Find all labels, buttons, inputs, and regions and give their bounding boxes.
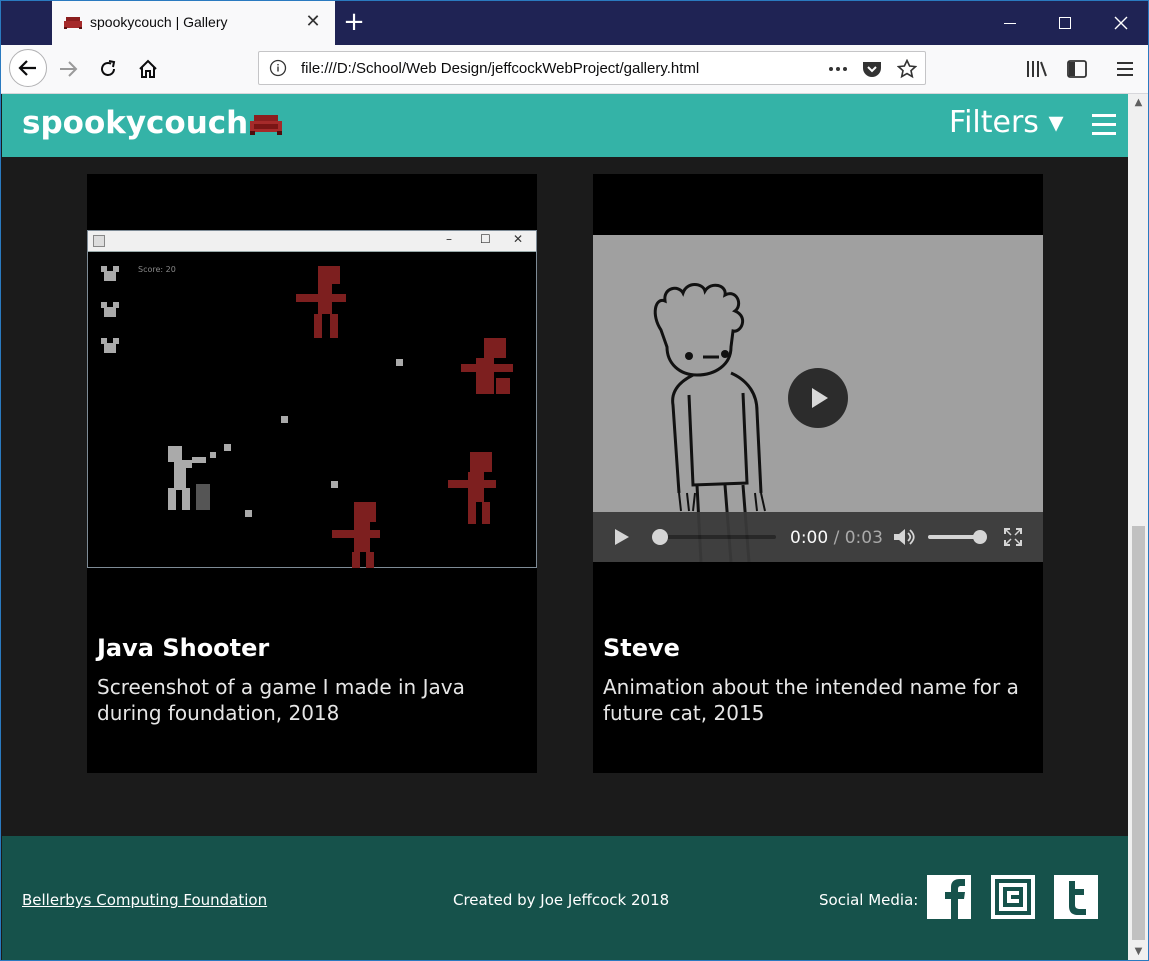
- instagram-icon[interactable]: [991, 875, 1035, 919]
- page-actions-icon[interactable]: [827, 59, 849, 79]
- reload-icon: [101, 60, 116, 76]
- back-arrow-icon: [18, 60, 36, 76]
- filters-dropdown[interactable]: Filters ▾: [949, 105, 1064, 140]
- gallery-card[interactable]: – ☐ ✕ Score: 20 Java Shooter Screenshot …: [87, 174, 537, 773]
- java-window-titlebar: – ☐ ✕: [88, 231, 536, 252]
- tab-close-icon[interactable]: ✕: [303, 12, 323, 32]
- card-title: Steve: [603, 634, 680, 662]
- scroll-down-icon[interactable]: ▼: [1128, 943, 1148, 960]
- game-scene: [101, 266, 513, 568]
- scrollbar-thumb[interactable]: [1132, 526, 1145, 940]
- new-tab-button[interactable]: +: [340, 9, 368, 37]
- site-logo[interactable]: spookycouch: [22, 105, 248, 141]
- reload-button[interactable]: [92, 53, 124, 85]
- menu-icon: [1117, 62, 1133, 76]
- back-button[interactable]: [9, 49, 47, 87]
- time-duration: / 0:03: [828, 528, 883, 548]
- tumblr-icon[interactable]: [1054, 875, 1098, 919]
- volume-slider[interactable]: [926, 527, 992, 547]
- tab-strip: spookycouch | Gallery ✕ +: [1, 1, 1148, 45]
- couch-icon: [250, 115, 282, 135]
- java-close-icon: ✕: [513, 232, 524, 246]
- java-minimize-icon: –: [446, 232, 452, 246]
- video-time: 0:00 / 0:03: [790, 528, 883, 548]
- lives-icon: [101, 266, 119, 353]
- bullet-sprites: [210, 359, 403, 517]
- footer-credit: Created by Joe Jeffcock 2018: [453, 891, 670, 909]
- info-icon[interactable]: [269, 59, 287, 77]
- navigation-bar: file:///D:/School/Web Design/jeffcockWeb…: [1, 45, 1148, 94]
- gallery-card[interactable]: 0:00 / 0:03 Steve Animation about the in…: [593, 174, 1043, 773]
- library-icon: [1027, 61, 1047, 77]
- java-app-icon: [93, 235, 105, 247]
- bookmark-star-icon[interactable]: [896, 59, 918, 79]
- play-icon: [812, 388, 828, 408]
- hamburger-menu-icon[interactable]: [1092, 114, 1116, 138]
- java-maximize-icon: ☐: [480, 232, 491, 246]
- time-current: 0:00: [790, 528, 829, 548]
- gallery-content: – ☐ ✕ Score: 20 Java Shooter Screenshot …: [2, 157, 1128, 837]
- steve-video-player[interactable]: 0:00 / 0:03: [593, 235, 1043, 562]
- video-controls: 0:00 / 0:03: [593, 512, 1043, 562]
- sidebar-button[interactable]: [1061, 53, 1093, 85]
- video-progress-slider[interactable]: [650, 527, 780, 547]
- fullscreen-icon[interactable]: [1003, 527, 1023, 547]
- card-description: Animation about the intended name for a …: [603, 675, 1019, 725]
- pocket-icon[interactable]: [861, 59, 883, 79]
- library-button[interactable]: [1021, 53, 1053, 85]
- app-menu-button[interactable]: [1109, 53, 1141, 85]
- java-shooter-screenshot: – ☐ ✕ Score: 20: [87, 230, 537, 568]
- forward-arrow-icon: [60, 61, 78, 77]
- url-bar[interactable]: file:///D:/School/Web Design/jeffcockWeb…: [258, 51, 926, 85]
- url-text[interactable]: file:///D:/School/Web Design/jeffcockWeb…: [301, 60, 699, 77]
- site-header: spookycouch Filters ▾: [2, 94, 1128, 157]
- foundation-link[interactable]: Bellerbys Computing Foundation: [22, 891, 267, 909]
- forward-button[interactable]: [52, 53, 84, 85]
- home-button[interactable]: [132, 53, 164, 85]
- play-overlay-button[interactable]: [788, 368, 848, 428]
- player-sprite: [168, 446, 210, 510]
- tab-title: spookycouch | Gallery: [90, 14, 228, 30]
- enemy-sprites: [296, 266, 513, 568]
- card-title: Java Shooter: [97, 634, 270, 662]
- sidebar-icon: [1067, 60, 1087, 78]
- browser-window: spookycouch | Gallery ✕ + file:///D:/Sch…: [0, 0, 1149, 961]
- page-scrollbar[interactable]: ▲ ▼: [1128, 94, 1148, 960]
- scroll-up-icon[interactable]: ▲: [1128, 94, 1148, 111]
- site-footer: Bellerbys Computing Foundation Created b…: [2, 836, 1128, 960]
- couch-favicon-icon: [64, 17, 82, 29]
- volume-icon[interactable]: [893, 527, 915, 547]
- minimize-icon[interactable]: [982, 1, 1038, 45]
- card-description: Screenshot of a game I made in Java duri…: [97, 675, 465, 725]
- play-control-icon[interactable]: [613, 527, 631, 547]
- facebook-icon[interactable]: [927, 875, 971, 919]
- maximize-icon[interactable]: [1037, 1, 1093, 45]
- social-media-label: Social Media:: [819, 891, 919, 909]
- score-text: Score: 20: [138, 265, 176, 274]
- close-window-icon[interactable]: [1093, 1, 1148, 45]
- home-icon: [139, 59, 157, 78]
- tab-gallery[interactable]: spookycouch | Gallery ✕: [52, 1, 335, 45]
